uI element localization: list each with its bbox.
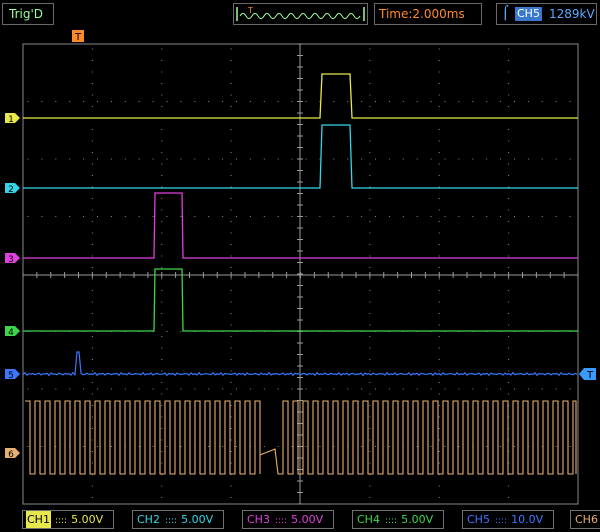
timebase-readout[interactable]: Time:2.000ms [374,3,482,25]
ch2-marker-label: 2 [8,185,14,195]
ch3-marker[interactable]: 3 [5,253,20,265]
waveform-display[interactable]: T T 1 2 3 4 5 6 [0,27,600,507]
ch1-settings[interactable]: CH1:::: 5.00V [22,510,114,529]
trigger-level-marker[interactable]: T [579,368,596,381]
ch2-settings[interactable]: CH2:::: 5.00V [132,510,224,529]
oscilloscope-screen: Trig'D T Time:2.000ms ⌠ CH5 1289kV T T 1… [0,0,600,532]
trigger-level-readout: 1289kV [549,7,595,21]
ch4-marker[interactable]: 4 [5,326,20,338]
ch5-scale: 10.0V [511,513,544,526]
channel-status-bar: CH1:::: 5.00V CH2:::: 5.00V CH3:::: 5.00V C… [0,506,600,532]
ch2-scale: 5.00V [181,513,214,526]
status-bar: Trig'D T Time:2.000ms ⌠ CH5 1289kV [0,0,600,28]
ch1-marker-label: 1 [8,115,14,125]
ch3-coupling-icon: :::: [274,516,288,526]
ch4-label: CH4 [357,513,380,526]
ch3-settings[interactable]: CH3:::: 5.00V [242,510,334,529]
trigger-position-marker[interactable]: T [72,30,84,43]
ch6-label: CH6 [575,513,598,526]
trigger-level-label: T [586,370,594,381]
ch1-marker[interactable]: 1 [5,113,20,125]
trigger-settings[interactable]: ⌠ CH5 1289kV [496,3,597,25]
trigger-position-indicator[interactable]: T [233,3,368,25]
ch2-marker[interactable]: 2 [5,183,20,195]
ch2-coupling-icon: :::: [164,516,178,526]
trigger-status: Trig'D [2,3,54,25]
waveform-overview-icon: T [236,6,365,21]
trigger-position-label: T [74,32,82,43]
ch5-marker[interactable]: 5 [5,369,20,381]
ch5-marker-label: 5 [8,371,14,381]
ch1-scale: 5.00V [71,513,104,526]
ch5-label: CH5 [467,513,490,526]
ch5-coupling-icon: :::: [494,516,508,526]
graticule-grid [27,48,571,498]
ch3-marker-label: 3 [8,255,14,265]
ch5-settings[interactable]: CH5:::: 10.0V [462,510,554,529]
rising-edge-icon: ⌠ [502,6,509,21]
center-axis-ticks [22,43,579,505]
ch1-coupling-icon: :::: [54,516,68,526]
ch6-settings[interactable]: CH6 [570,510,600,529]
ch2-label: CH2 [137,513,160,526]
ch6-marker[interactable]: 6 [5,448,20,460]
overview-trigger-marker: T [247,6,253,15]
ch4-scale: 5.00V [401,513,434,526]
ch6-marker-label: 6 [8,450,14,460]
ch4-settings[interactable]: CH4:::: 5.00V [352,510,444,529]
trigger-source: CH5 [515,7,542,21]
ch3-scale: 5.00V [291,513,324,526]
ch1-label: CH1 [26,511,51,528]
ch4-coupling-icon: :::: [384,516,398,526]
ch3-label: CH3 [247,513,270,526]
ch4-marker-label: 4 [8,328,14,338]
